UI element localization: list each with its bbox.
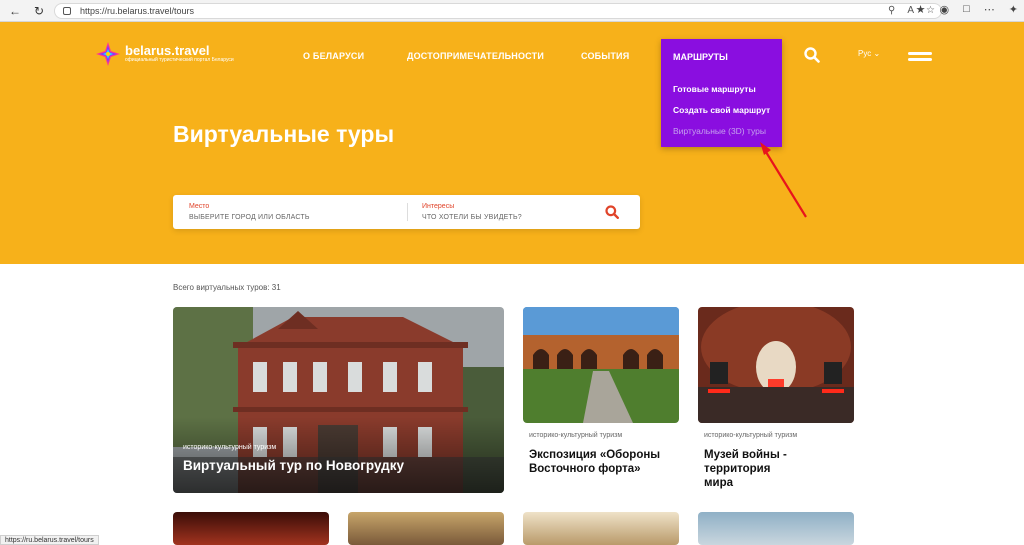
search-divider xyxy=(407,203,408,221)
language-label: Рус xyxy=(858,49,872,58)
tour-title[interactable]: Виртуальный тур по Новогрудку xyxy=(183,458,404,473)
brand-tagline: официальный туристический портал Беларус… xyxy=(125,57,234,63)
tour-image-eastern-fort xyxy=(523,307,679,423)
favorites-icon[interactable]: ★ xyxy=(916,3,926,16)
tour-card-row2-3[interactable] xyxy=(523,512,679,545)
nav-attractions[interactable]: ДОСТОПРИМЕЧАТЕЛЬНОСТИ xyxy=(407,51,544,61)
interests-label: Интересы xyxy=(422,203,455,210)
read-aloud-icon[interactable]: A xyxy=(907,5,914,16)
collections-icon[interactable]: □ xyxy=(963,3,970,16)
extension-icon[interactable]: ◉ xyxy=(940,3,950,16)
tour-search-bar: Место ВЫБЕРИТЕ ГОРОД ИЛИ ОБЛАСТЬ Интерес… xyxy=(173,195,640,229)
page-title: Виртуальные туры xyxy=(173,121,395,147)
tour-card-eastern-fort-text: историко-культурный туризм Экспозиция «О… xyxy=(523,423,679,493)
tour-card-row2-2[interactable] xyxy=(348,512,504,545)
tours-count: Всего виртуальных туров: 31 xyxy=(173,283,281,292)
tour-image-war-museum xyxy=(698,307,854,423)
tour-card-war-museum-text: историко-культурный туризм Музей войны -… xyxy=(698,423,854,493)
place-label: Место xyxy=(189,203,210,210)
browser-toolbar: ← ↻ https://ru.belarus.travel/tours ⚲ A … xyxy=(0,0,1024,22)
back-icon[interactable]: ← xyxy=(6,2,24,20)
tour-card-war-museum[interactable] xyxy=(698,307,854,423)
tour-title[interactable]: Музей войны - территория мира xyxy=(704,448,854,490)
place-input[interactable]: ВЫБЕРИТЕ ГОРОД ИЛИ ОБЛАСТЬ xyxy=(189,214,310,221)
address-url: https://ru.belarus.travel/tours xyxy=(80,6,195,16)
tour-category: историко-культурный туризм xyxy=(704,432,798,439)
tour-title-line1: Экспозиция «Обороны xyxy=(529,449,661,461)
tour-card-row2-4[interactable] xyxy=(698,512,854,545)
zoom-icon[interactable]: ⚲ xyxy=(888,5,895,16)
tour-title-line2: мира xyxy=(704,477,733,489)
logo-icon xyxy=(96,42,120,66)
address-bar[interactable]: https://ru.belarus.travel/tours ⚲ A ☆ xyxy=(54,3,942,19)
status-bar-url: https://ru.belarus.travel/tours xyxy=(0,535,99,545)
routes-dropdown: МАРШРУТЫ Готовые маршруты Создать свой м… xyxy=(661,39,782,147)
menu-item-virtual-tours[interactable]: Виртуальные (3D) туры xyxy=(673,126,766,136)
nav-about-belarus[interactable]: О БЕЛАРУСИ xyxy=(303,51,364,61)
search-icon[interactable] xyxy=(804,47,820,63)
brand-name: belarus.travel xyxy=(125,43,210,58)
hero-banner: belarus.travel официальный туристический… xyxy=(0,22,1024,264)
lock-icon xyxy=(63,7,71,15)
tour-category: историко-культурный туризм xyxy=(183,444,277,451)
menu-item-ready-routes[interactable]: Готовые маршруты xyxy=(673,84,756,94)
hamburger-menu-icon[interactable] xyxy=(908,52,932,64)
nav-events[interactable]: СОБЫТИЯ xyxy=(581,51,629,61)
interests-input[interactable]: ЧТО ХОТЕЛИ БЫ УВИДЕТЬ? xyxy=(422,214,522,221)
tour-title-line1: Музей войны - территория xyxy=(704,449,787,475)
menu-item-create-route[interactable]: Создать свой маршрут xyxy=(673,105,770,115)
site-logo[interactable]: belarus.travel официальный туристический… xyxy=(95,41,234,67)
tour-card-row2-1[interactable] xyxy=(173,512,329,545)
nav-routes[interactable]: МАРШРУТЫ xyxy=(673,52,728,62)
search-submit-icon[interactable] xyxy=(605,205,619,219)
language-selector[interactable]: Рус ⌄ xyxy=(858,49,880,58)
chevron-down-icon: ⌄ xyxy=(873,49,881,58)
copilot-icon[interactable]: ✦ xyxy=(1009,3,1018,16)
tour-category: историко-культурный туризм xyxy=(529,432,623,439)
tour-title[interactable]: Экспозиция «Обороны Восточного форта» xyxy=(529,448,660,476)
reload-icon[interactable]: ↻ xyxy=(30,2,48,20)
more-menu-icon[interactable]: ⋯ xyxy=(984,3,995,16)
tour-title-line2: Восточного форта» xyxy=(529,463,641,475)
tour-card-eastern-fort[interactable] xyxy=(523,307,679,423)
